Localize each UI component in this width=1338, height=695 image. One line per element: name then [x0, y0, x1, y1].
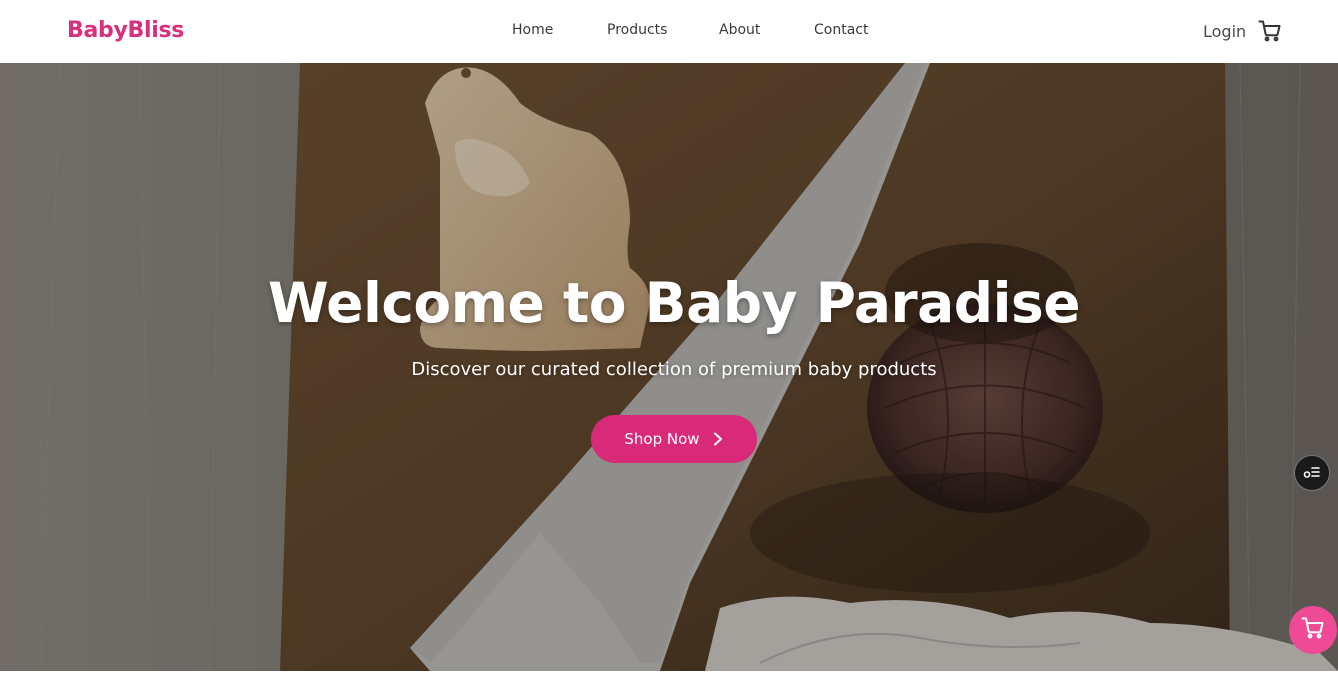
- hero-title: Welcome to Baby Paradise: [267, 271, 1081, 335]
- nav-about-link[interactable]: About: [719, 22, 760, 38]
- nav-products-link[interactable]: Products: [607, 22, 667, 38]
- shop-now-label: Shop Now: [624, 430, 700, 448]
- shop-now-button[interactable]: Shop Now: [591, 415, 757, 463]
- main-nav: Home Products About Contact: [0, 22, 1338, 42]
- toggle-list-button[interactable]: [1294, 455, 1330, 491]
- site-header: BabyBliss Home Products About Contact Lo…: [0, 0, 1338, 63]
- floating-cart-button[interactable]: [1289, 606, 1337, 654]
- login-link[interactable]: Login: [1203, 22, 1246, 41]
- nav-home-link[interactable]: Home: [512, 22, 553, 38]
- cart-icon: [1301, 616, 1325, 644]
- hero-section: Welcome to Baby Paradise Discover our cu…: [0, 63, 1338, 671]
- nav-contact-link[interactable]: Contact: [814, 22, 868, 38]
- cart-icon[interactable]: [1258, 19, 1282, 43]
- chevron-right-icon: [712, 432, 724, 446]
- toggle-list-icon: [1303, 464, 1321, 483]
- hero-subtitle: Discover our curated collection of premi…: [411, 359, 937, 380]
